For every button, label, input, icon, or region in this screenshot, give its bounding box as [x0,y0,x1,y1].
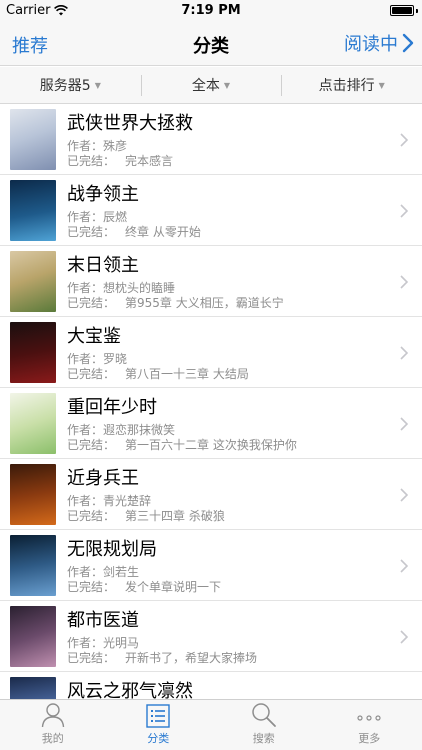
book-cover [10,464,56,525]
tab-search-label: 搜索 [252,732,275,745]
battery-tip [416,9,418,13]
completion-filter[interactable]: 全本 ▼ [140,67,282,103]
status-bar: Carrier 7:19 PM [0,0,422,22]
tab-category-label: 分类 [147,732,170,745]
tab-more-label: 更多 [358,732,381,745]
dropdown-caret-icon: ▼ [378,80,385,90]
list-icon [146,704,170,728]
tab-more[interactable]: 更多 [317,700,422,750]
chevron-right-icon [402,33,414,53]
server-filter-label: 服务器5 [39,78,91,94]
book-title: 无限规划局 [67,539,157,560]
tab-search[interactable]: 搜索 [211,700,317,750]
navigation-bar: 推荐 分类 阅读中 [0,22,422,66]
book-row[interactable]: 战争领主 作者：辰燃 已完结： 终章 从零开始 [0,175,422,246]
book-title: 风云之邪气凛然 [67,681,193,699]
book-cover [10,180,56,241]
book-latest-chapter: 已完结： 第955章 大义相压，霸道长宁 [67,296,284,310]
chevron-right-icon [400,133,408,147]
ranking-filter-label: 点击排行 [318,78,375,94]
more-icon [357,715,381,721]
book-cover [10,606,56,667]
book-latest-chapter: 已完结： 开新书了，希望大家捧场 [67,651,258,665]
book-row[interactable]: 都市医道 作者：光明马 已完结： 开新书了，希望大家捧场 [0,601,422,672]
book-cover [10,251,56,312]
chevron-right-icon [400,630,408,644]
chevron-right-icon [400,488,408,502]
book-title: 都市医道 [67,610,139,631]
filter-bar: 服务器5 ▼ 全本 ▼ 点击排行 ▼ [0,67,422,104]
book-cover [10,677,56,699]
chevron-right-icon [400,275,408,289]
book-cover [10,322,56,383]
book-latest-chapter: 已完结： 完本感言 [67,154,174,168]
search-icon [252,703,276,727]
chevron-right-icon [400,559,408,573]
completion-filter-label: 全本 [191,78,220,94]
status-time: 7:19 PM [181,3,241,18]
book-cover [10,535,56,596]
book-latest-chapter: 已完结： 第八百一十三章 大结局 [67,367,249,381]
book-title: 重回年少时 [67,397,157,418]
server-filter[interactable]: 服务器5 ▼ [0,67,141,103]
chevron-right-icon [400,346,408,360]
book-title: 战争领主 [67,184,139,205]
book-row[interactable]: 风云之邪气凛然 [0,672,422,699]
book-title: 末日领主 [67,255,139,276]
book-cover [10,393,56,454]
dropdown-caret-icon: ▼ [94,80,101,90]
book-row[interactable]: 重回年少时 作者：遐恋那抹微笑 已完结： 第一百六十二章 这次换我保护你 [0,388,422,459]
book-latest-chapter: 已完结： 第三十四章 杀破狼 [67,509,225,523]
reading-label: 阅读中 [344,34,398,55]
book-row[interactable]: 近身兵王 作者：青光楚辞 已完结： 第三十四章 杀破狼 [0,459,422,530]
dropdown-caret-icon: ▼ [223,80,231,90]
battery-icon [390,5,414,16]
chevron-right-icon [400,417,408,431]
tab-mine[interactable]: 我的 [0,700,106,750]
book-title: 大宝鉴 [67,326,121,347]
book-row[interactable]: 大宝鉴 作者：罗晓 已完结： 第八百一十三章 大结局 [0,317,422,388]
reading-button[interactable]: 阅读中 [344,30,414,56]
book-latest-chapter: 已完结： 终章 从零开始 [67,225,201,239]
person-icon [41,703,64,728]
book-latest-chapter: 已完结： 发个单章说明一下 [67,580,222,594]
book-row[interactable]: 末日领主 作者：想枕头的瞌睡 已完结： 第955章 大义相压，霸道长宁 [0,246,422,317]
chevron-right-icon [400,204,408,218]
tab-mine-label: 我的 [41,732,64,745]
book-row[interactable]: 无限规划局 作者：剑若生 已完结： 发个单章说明一下 [0,530,422,601]
book-cover [10,109,56,170]
ranking-filter[interactable]: 点击排行 ▼ [281,67,422,103]
book-row[interactable]: 武侠世界大拯救 作者：殊彦 已完结： 完本感言 [0,104,422,175]
book-title: 武侠世界大拯救 [67,113,193,134]
book-title: 近身兵王 [67,468,139,489]
tab-bar: 我的 分类 搜索 更多 [0,699,422,750]
book-latest-chapter: 已完结： 第一百六十二章 这次换我保护你 [67,438,297,452]
tab-category[interactable]: 分类 [106,700,212,750]
book-list: 武侠世界大拯救 作者：殊彦 已完结： 完本感言 战争领主 作者：辰燃 已完结： 终章… [0,104,422,699]
